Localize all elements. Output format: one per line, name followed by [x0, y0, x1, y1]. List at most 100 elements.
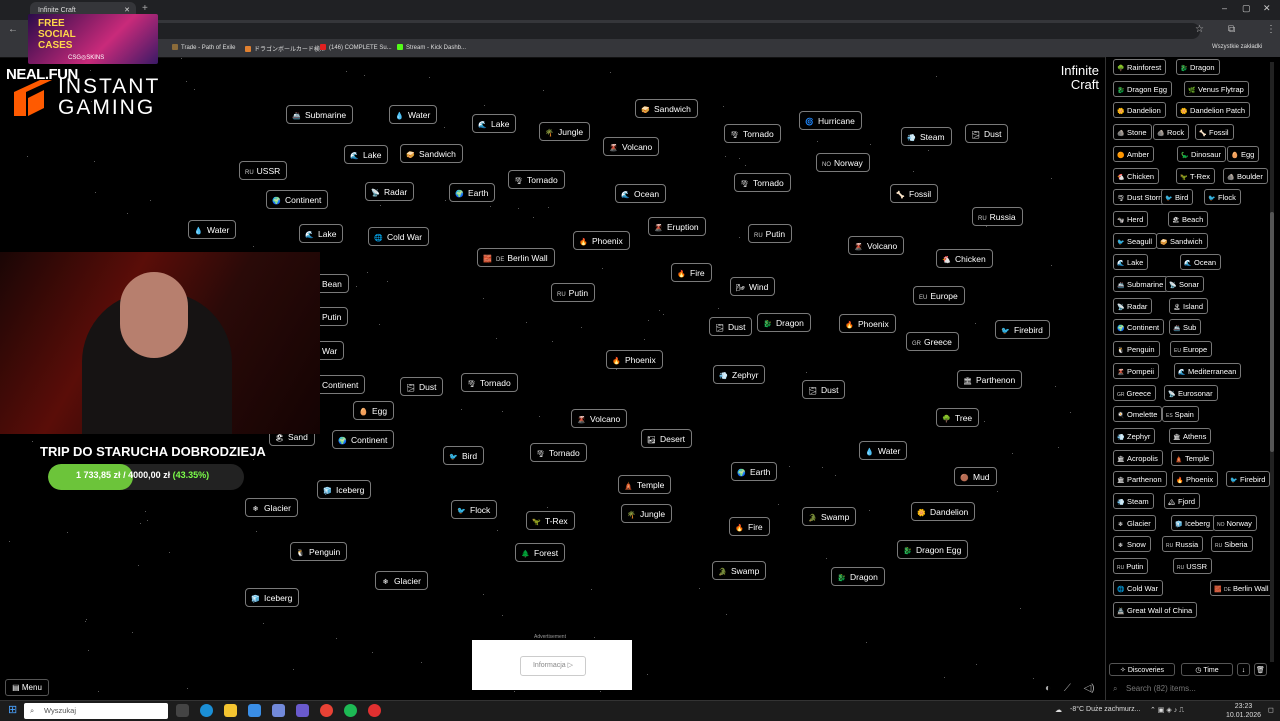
canvas-item[interactable]: 🌼 Dandelion: [911, 502, 976, 521]
more-menu-icon[interactable]: ⋮: [1266, 24, 1276, 35]
sidebar-item[interactable]: 🦖 T-Rex: [1176, 167, 1216, 184]
canvas-item[interactable]: 💧 Water: [389, 105, 438, 124]
broom-icon[interactable]: ⟋: [1064, 683, 1071, 694]
canvas-item[interactable]: 🐉 Dragon: [831, 567, 885, 586]
canvas-item[interactable]: 🐉 Dragon: [757, 313, 811, 332]
menu-button[interactable]: ▤ Menu: [5, 679, 49, 696]
sidebar-item[interactable]: 🟠 Amber: [1113, 145, 1155, 162]
sidebar-item[interactable]: EU Europe: [1170, 341, 1213, 358]
extensions-icon[interactable]: ⧉: [1228, 24, 1235, 35]
sidebar-item[interactable]: 🚢 Submarine: [1113, 276, 1169, 292]
bookmark-item[interactable]: ドラゴンボールカード検...: [245, 44, 325, 53]
star-icon[interactable]: ☆: [1195, 24, 1204, 35]
canvas-item[interactable]: 🐉 Dragon Egg: [897, 540, 969, 559]
canvas-item[interactable]: 🐦 Flock: [451, 500, 498, 519]
canvas-item[interactable]: 🌫 Dust: [802, 380, 846, 399]
sidebar-item[interactable]: 🐔 Chicken: [1113, 167, 1160, 184]
sidebar-item[interactable]: 🚢 Sub: [1169, 319, 1202, 336]
sidebar-item[interactable]: 🥪 Sandwich: [1156, 232, 1208, 249]
canvas-item[interactable]: 🧊 Iceberg: [317, 480, 372, 499]
sidebar-item[interactable]: 🥚 Egg: [1227, 145, 1260, 162]
canvas-item[interactable]: 🌊 Lake: [299, 224, 344, 243]
sidebar-item[interactable]: 💨 Steam: [1113, 493, 1154, 509]
canvas-item[interactable]: 🐊 Swamp: [712, 561, 767, 580]
windows-start-icon[interactable]: ⊞: [8, 705, 19, 716]
sort-time-button[interactable]: ◷ Time: [1181, 663, 1233, 676]
canvas-item[interactable]: 🌪 Tornado: [734, 173, 791, 192]
new-tab-button[interactable]: +: [142, 3, 148, 14]
canvas-item[interactable]: 🌪 Tornado: [530, 443, 587, 462]
canvas-item[interactable]: 🌪 Tornado: [461, 373, 518, 392]
trash-icon[interactable]: 🗑: [1254, 663, 1267, 676]
sidebar-item[interactable]: ES Spain: [1162, 406, 1199, 423]
canvas-item[interactable]: 🐦 Firebird: [995, 320, 1050, 339]
notifications-icon[interactable]: ◻: [1268, 706, 1274, 714]
canvas-item[interactable]: 📡 Radar: [365, 182, 415, 201]
sidebar-item[interactable]: 🐦 Flock: [1204, 189, 1241, 206]
edge-icon[interactable]: [200, 704, 213, 717]
sidebar-item[interactable]: RU USSR: [1173, 558, 1213, 575]
sidebar-item[interactable]: 🌋 Pompeii: [1113, 362, 1160, 379]
bookmark-item[interactable]: (146) COMPLETE Su...: [320, 44, 392, 51]
sidebar-item[interactable]: 🪨 Stone: [1113, 124, 1152, 141]
canvas-item[interactable]: 🌀 Hurricane: [799, 111, 862, 130]
canvas-item[interactable]: 🌬 Wind: [730, 277, 776, 296]
sidebar-item[interactable]: 🏛 Athens: [1169, 427, 1212, 444]
canvas-item[interactable]: 🌋 Volcano: [848, 236, 905, 255]
canvas-item[interactable]: 🌴 Jungle: [621, 504, 673, 523]
bookmark-item[interactable]: Stream - Kick Dashb...: [397, 44, 466, 51]
canvas-item[interactable]: 🌍 Continent: [332, 430, 395, 449]
sidebar-item[interactable]: RU Russia: [1162, 536, 1204, 553]
canvas-item[interactable]: 💧 Water: [188, 220, 237, 239]
sidebar-item[interactable]: 🌊 Ocean: [1180, 254, 1222, 271]
back-icon[interactable]: ←: [8, 24, 18, 35]
canvas-item[interactable]: 🌪 Tornado: [724, 124, 781, 143]
canvas-item[interactable]: 🌋 Volcano: [571, 409, 628, 428]
canvas-item[interactable]: NO Norway: [816, 153, 870, 172]
canvas-item[interactable]: Putin: [316, 307, 349, 326]
store-icon[interactable]: [248, 704, 261, 717]
clock[interactable]: 23:23 10.01.2026: [1226, 702, 1261, 720]
canvas-item[interactable]: 💧 Water: [859, 441, 908, 460]
minimize-button[interactable]: –: [1222, 3, 1227, 13]
taskbar-search[interactable]: ⌕ Wyszukaj: [24, 703, 168, 719]
close-window-button[interactable]: ✕: [1263, 3, 1271, 14]
sidebar-item[interactable]: 🛕 Temple: [1171, 449, 1215, 466]
dark-mode-icon[interactable]: ◐: [1045, 683, 1051, 694]
sidebar-item[interactable]: 🌿 Venus Flytrap: [1184, 80, 1249, 97]
canvas-item[interactable]: 🚢 Submarine: [286, 105, 354, 124]
canvas-item[interactable]: ❄ Glacier: [245, 498, 298, 517]
canvas-item[interactable]: 🌊 Ocean: [615, 184, 667, 203]
sidebar-item[interactable]: 🌼 Dandelion Patch: [1176, 102, 1251, 119]
sidebar-item[interactable]: 🍳 Omelette: [1113, 406, 1163, 423]
sidebar-item[interactable]: 🐦 Bird: [1161, 189, 1194, 206]
sidebar-item[interactable]: 🦴 Fossil: [1195, 124, 1234, 141]
canvas-item[interactable]: GR Greece: [906, 332, 959, 351]
sidebar-item[interactable]: 🏝 Island: [1169, 297, 1209, 314]
canvas-item[interactable]: 💨 Zephyr: [713, 365, 766, 384]
sidebar-item[interactable]: 🐦 Firebird: [1226, 471, 1271, 488]
canvas-item[interactable]: ❄ Glacier: [375, 571, 428, 590]
canvas-item[interactable]: 🐊 Swamp: [802, 507, 857, 526]
sidebar-item[interactable]: 🐉 Dragon: [1176, 59, 1220, 75]
canvas-item[interactable]: 🏜 Desert: [641, 429, 693, 448]
sidebar-item[interactable]: 🏛 Acropolis: [1113, 449, 1163, 466]
file-explorer-icon[interactable]: [224, 704, 237, 717]
discord-icon[interactable]: [272, 704, 285, 717]
url-field[interactable]: [60, 23, 1200, 39]
canvas-item[interactable]: EU Europe: [913, 286, 965, 305]
sidebar-item[interactable]: 🏖 Beach: [1168, 210, 1209, 227]
sidebar-item[interactable]: RU Putin: [1113, 558, 1149, 575]
sidebar-item[interactable]: 📡 Radar: [1113, 297, 1153, 314]
canvas-item[interactable]: 🟤 Mud: [954, 467, 997, 486]
canvas-item[interactable]: 🌋 Volcano: [603, 137, 660, 156]
obs-icon[interactable]: [368, 704, 381, 717]
canvas-item[interactable]: 🐧 Penguin: [290, 542, 348, 561]
sound-icon[interactable]: ◁): [1084, 683, 1095, 694]
sidebar-item[interactable]: 📡 Sonar: [1165, 276, 1205, 292]
maximize-button[interactable]: ▢: [1242, 3, 1251, 14]
ad-info-button[interactable]: Informacja ▷: [520, 656, 586, 676]
canvas-item[interactable]: 🐦 Bird: [443, 446, 485, 465]
canvas-item[interactable]: RU Putin: [551, 283, 596, 302]
sidebar-item[interactable]: 🌊 Mediterranean: [1174, 362, 1242, 379]
